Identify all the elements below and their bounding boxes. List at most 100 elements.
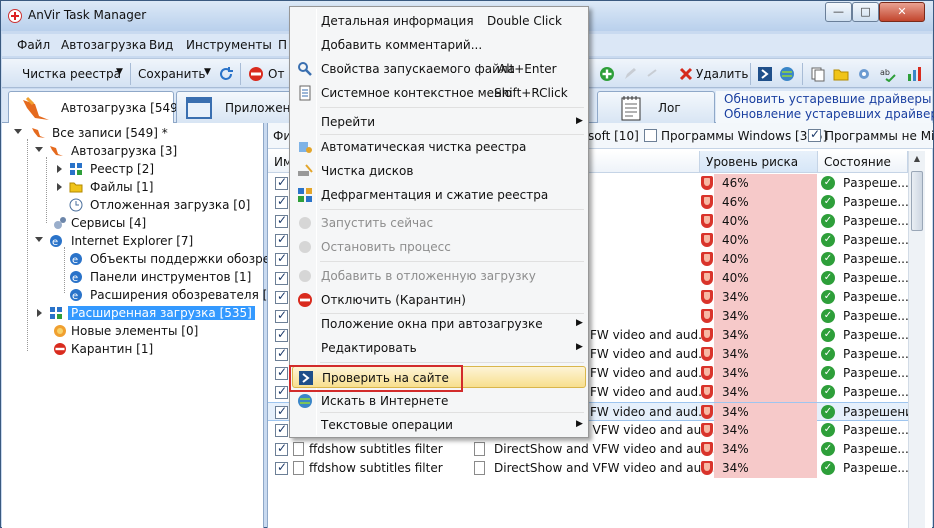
update-drivers-link[interactable]: Обновить устаревшие драйверы: [724, 92, 932, 106]
globe-icon[interactable]: [779, 66, 795, 82]
allowed-check-icon: ✓: [821, 290, 835, 304]
delete-icon[interactable]: [678, 66, 694, 82]
expand-icon[interactable]: [57, 183, 62, 191]
row-risk: 34%: [722, 385, 749, 399]
row-state: Разреше...: [843, 271, 909, 285]
folder-icon[interactable]: [833, 66, 849, 82]
allowed-check-icon: ✓: [821, 233, 835, 247]
expand-icon[interactable]: [57, 165, 62, 173]
row-checkbox[interactable]: [275, 175, 288, 190]
menu-add-comment[interactable]: Добавить комментарий...: [292, 34, 586, 56]
highlight-frame: [289, 365, 463, 392]
row-checkbox[interactable]: [275, 404, 288, 419]
row-checkbox[interactable]: [275, 213, 288, 228]
menu-goto[interactable]: Перейти ▶: [292, 111, 586, 133]
row-checkbox[interactable]: [275, 422, 288, 437]
filter-ms-label[interactable]: soft [10]: [588, 129, 639, 143]
row-checkbox[interactable]: [275, 460, 288, 475]
tab-log[interactable]: Лог: [597, 91, 715, 123]
check-site-icon[interactable]: [757, 66, 773, 82]
collapse-icon[interactable]: [35, 237, 43, 242]
clock-icon: [69, 198, 83, 212]
menu-window-position[interactable]: Положение окна при автозагрузке ▶: [292, 313, 586, 335]
stop-icon: [299, 241, 311, 253]
spell-icon[interactable]: ab: [880, 66, 896, 82]
scroll-thumb[interactable]: [911, 171, 923, 231]
menu-search-internet[interactable]: Искать в Интернете: [292, 390, 586, 412]
autorun-icon: [32, 128, 45, 138]
menu-edit[interactable]: Редактировать ▶: [292, 337, 586, 359]
undo-icon[interactable]: [644, 66, 660, 82]
table-row[interactable]: ffdshow subtitles filter DirectShow and V…: [268, 440, 909, 459]
settings-icon[interactable]: [856, 66, 872, 82]
row-checkbox[interactable]: [275, 308, 288, 323]
menu-file[interactable]: Файл: [17, 38, 50, 52]
collapse-icon[interactable]: [35, 147, 43, 152]
ie-icon: e: [50, 235, 62, 248]
driver-update-link[interactable]: Обновление устаревших драйверов: [724, 107, 934, 121]
menu-text-operations[interactable]: Текстовые операции ▶: [292, 414, 586, 436]
services-icon: [54, 217, 66, 229]
copy-icon[interactable]: [810, 66, 826, 82]
disable-button[interactable]: От: [268, 67, 284, 81]
file-icon: [474, 442, 485, 456]
menu-auto-registry-clean[interactable]: Автоматическая чистка реестра: [292, 136, 586, 158]
menu-disable-quarantine[interactable]: Отключить (Карантин): [292, 289, 586, 311]
risk-shield-icon: [701, 233, 713, 247]
scroll-up-icon[interactable]: ▲: [909, 151, 925, 167]
menu-separator: [320, 261, 584, 262]
vertical-scrollbar[interactable]: ▲: [908, 151, 925, 528]
tab-applications[interactable]: Приложени: [176, 91, 298, 123]
row-checkbox[interactable]: [275, 441, 288, 456]
menu-details[interactable]: Детальная информация Double Click: [292, 10, 586, 32]
disk-clean-icon: [298, 164, 313, 176]
allowed-check-icon: ✓: [821, 195, 835, 209]
menu-more[interactable]: П: [278, 38, 287, 52]
risk-shield-icon: [701, 385, 713, 399]
menu-system-context[interactable]: Системное контекстное меню Shift+RClick: [292, 82, 586, 104]
row-checkbox[interactable]: [275, 289, 288, 304]
disable-icon[interactable]: [248, 66, 264, 82]
tab-autorun[interactable]: Автозагрузка [549]: [8, 91, 182, 124]
add-icon[interactable]: [599, 66, 615, 82]
expand-icon[interactable]: [37, 309, 42, 317]
edit-icon[interactable]: [622, 66, 638, 82]
filter-windows-label[interactable]: Программы Windows [395]: [661, 129, 827, 143]
filter-nonms-label[interactable]: Программы не Micro: [825, 129, 934, 143]
registry-clean-button[interactable]: Чистка реестра: [22, 67, 121, 81]
menu-file-properties[interactable]: Свойства запускаемого файла Alt+Enter: [292, 58, 586, 80]
row-checkbox[interactable]: [275, 346, 288, 361]
filter-nonms-checkbox[interactable]: [808, 127, 821, 142]
row-checkbox[interactable]: [275, 365, 288, 380]
column-state[interactable]: Состояние: [818, 151, 908, 173]
menu-disk-clean[interactable]: Чистка дисков: [292, 160, 586, 182]
collapse-icon[interactable]: [14, 129, 22, 134]
maximize-button[interactable]: □: [852, 2, 879, 22]
filter-windows-checkbox[interactable]: [644, 129, 657, 142]
chart-icon[interactable]: [906, 66, 922, 82]
toolbar-separator: [802, 63, 803, 85]
minimize-button[interactable]: —: [825, 2, 852, 22]
row-checkbox[interactable]: [275, 327, 288, 342]
menu-autorun[interactable]: Автозагрузка: [61, 38, 146, 52]
row-checkbox[interactable]: [275, 194, 288, 209]
save-button[interactable]: Сохранить: [138, 67, 206, 81]
menu-tools[interactable]: Инструменты: [186, 38, 272, 52]
row-state: Разреше...: [843, 423, 909, 437]
save-dropdown-icon[interactable]: ▼: [204, 67, 211, 77]
refresh-icon[interactable]: [218, 66, 234, 82]
menu-view[interactable]: Вид: [149, 38, 173, 52]
menu-run-now: Запустить сейчас: [292, 212, 586, 234]
column-risk[interactable]: Уровень риска: [700, 151, 818, 173]
row-checkbox[interactable]: [275, 270, 288, 285]
registry-clean-icon: [299, 142, 312, 153]
close-button[interactable]: ✕: [879, 2, 925, 22]
row-checkbox[interactable]: [275, 384, 288, 399]
registry-clean-dropdown-icon[interactable]: ▼: [116, 67, 123, 77]
row-checkbox[interactable]: [275, 251, 288, 266]
menu-defrag-registry[interactable]: Дефрагментация и сжатие реестра: [292, 184, 586, 206]
delete-button[interactable]: Удалить: [696, 67, 749, 81]
row-checkbox[interactable]: [275, 232, 288, 247]
table-row[interactable]: ffdshow subtitles filter DirectShow and V…: [268, 459, 909, 478]
tree-item-label: Расширения обозревателя [3]: [90, 288, 280, 302]
